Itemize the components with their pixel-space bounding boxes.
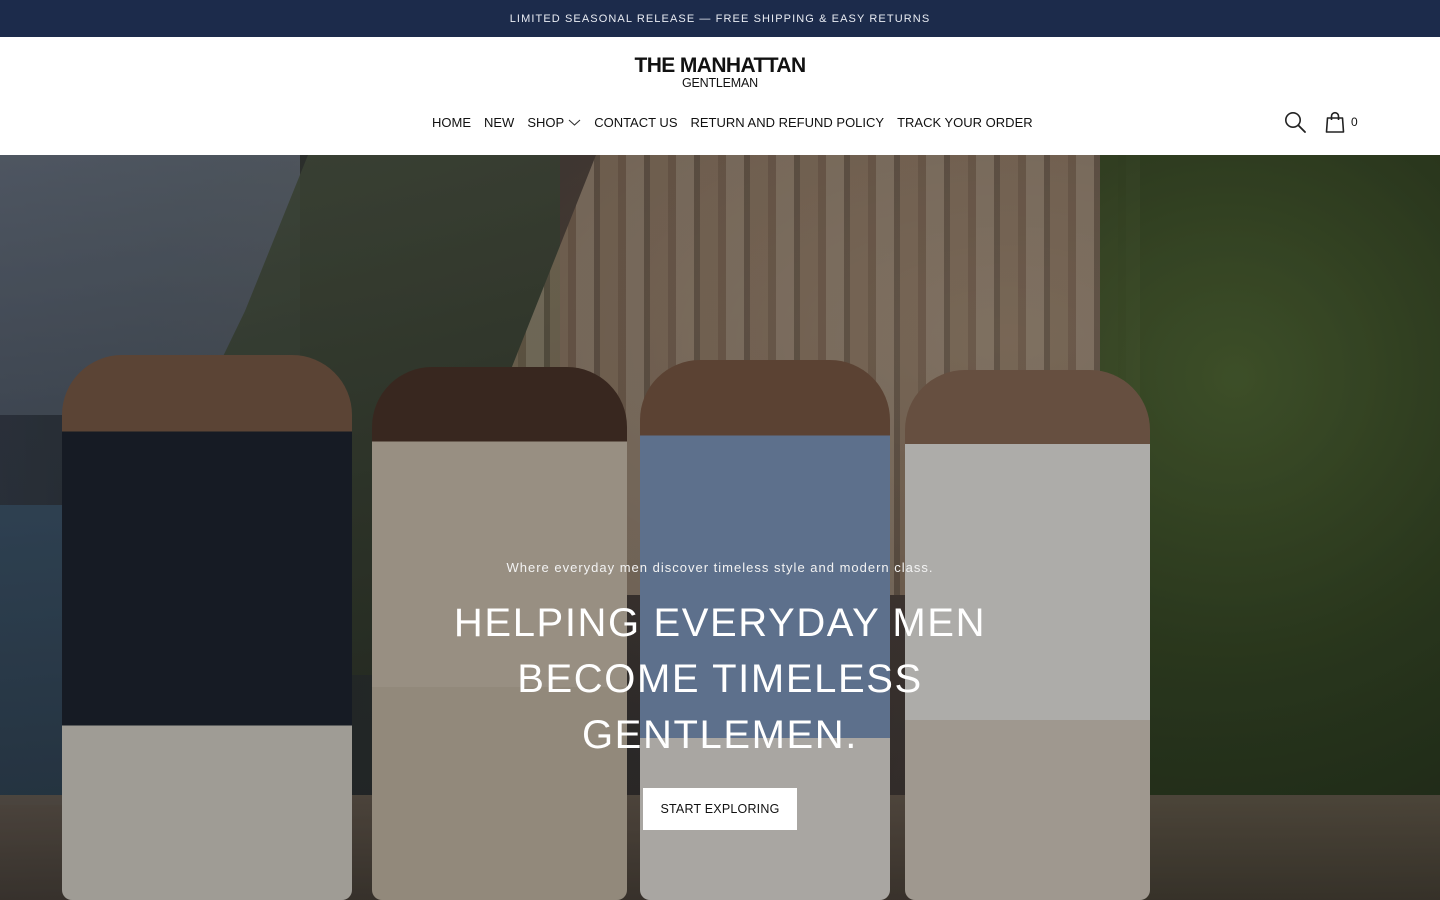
nav-item-track-order[interactable]: TRACK YOUR ORDER (897, 115, 1033, 130)
shopping-bag-icon (1325, 111, 1345, 133)
cart-count: 0 (1351, 115, 1358, 129)
hero-tagline: Where everyday men discover timeless sty… (506, 560, 934, 575)
logo-main-text: THE MANHATTAN (634, 54, 806, 77)
nav-item-label: HOME (432, 114, 471, 130)
announcement-bar: LIMITED SEASONAL RELEASE — FREE SHIPPING… (0, 0, 1440, 37)
start-exploring-button[interactable]: START EXPLORING (643, 788, 797, 830)
hero-title-line: GENTLEMEN. (581, 713, 859, 757)
hero-title-line: BECOME TIMELESS (517, 657, 923, 701)
nav-item-home[interactable]: HOME (432, 115, 471, 130)
nav-item-label: NEW (484, 114, 515, 130)
hero-title: HELPING EVERYDAY MEN BECOME TIMELESS GEN… (420, 595, 1020, 763)
hero-banner: Where everyday men discover timeless sty… (0, 155, 1440, 900)
hero-title-line: HELPING EVERYDAY MEN (453, 601, 987, 645)
nav-item-label: SHOP (527, 114, 565, 130)
main-nav: HOME NEW SHOP CONTACT US RETURN AND REFU… (432, 113, 1033, 131)
nav-item-new[interactable]: NEW (484, 115, 514, 130)
announcement-text: LIMITED SEASONAL RELEASE — FREE SHIPPING… (509, 12, 931, 25)
nav-item-contact-us[interactable]: CONTACT US (594, 115, 677, 130)
hero-content: Where everyday men discover timeless sty… (0, 155, 1440, 900)
search-icon (1285, 112, 1306, 133)
nav-item-return-refund-policy[interactable]: RETURN AND REFUND POLICY (691, 115, 885, 130)
site-header: THE MANHATTAN GENTLEMAN HOME NEW SHOP CO… (0, 37, 1440, 155)
site-logo[interactable]: THE MANHATTAN GENTLEMAN (620, 55, 820, 95)
nav-item-shop[interactable]: SHOP (527, 115, 581, 130)
search-button[interactable] (1283, 110, 1307, 134)
nav-item-label: CONTACT US (594, 114, 678, 130)
nav-item-label: TRACK YOUR ORDER (897, 114, 1033, 130)
cart-button[interactable]: 0 (1325, 110, 1358, 134)
chevron-down-icon (568, 119, 581, 126)
nav-item-label: RETURN AND REFUND POLICY (690, 114, 885, 130)
logo-sub-text: GENTLEMAN (682, 76, 758, 90)
